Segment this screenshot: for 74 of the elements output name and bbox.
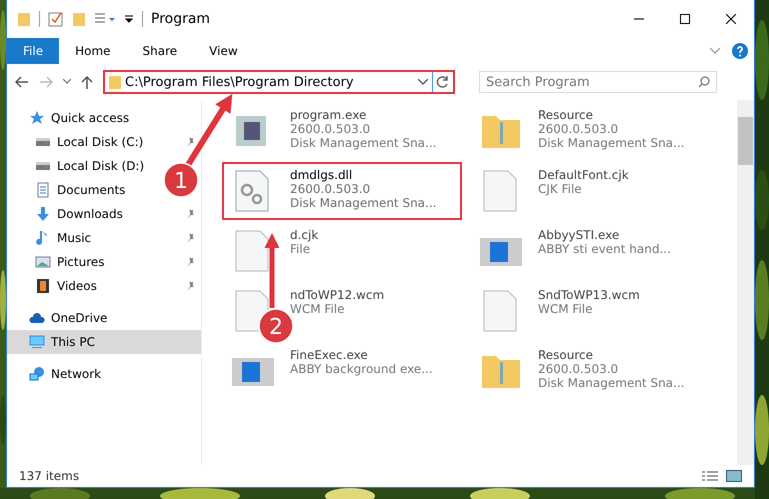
- ribbon-tab[interactable]: Share: [126, 38, 194, 64]
- sidebar-item[interactable]: Videos: [7, 274, 201, 298]
- file-detail: 2600.0.503.0: [290, 122, 372, 136]
- scrollbar[interactable]: [737, 100, 754, 465]
- pin-icon[interactable]: [185, 257, 195, 267]
- file-name[interactable]: DefaultFont.cjk: [538, 168, 629, 182]
- file-detail: Disk Management Sna...: [290, 196, 436, 210]
- item-count: 137 items: [19, 469, 80, 483]
- scroll-thumb[interactable]: [738, 117, 753, 165]
- file-name[interactable]: dmdlgs.dll: [290, 168, 436, 182]
- folder-icon: [109, 75, 121, 89]
- file-detail: 2600.0.503.0: [290, 182, 372, 196]
- download-icon: [35, 206, 51, 222]
- ribbon-tab[interactable]: Home: [59, 38, 127, 64]
- maximize-icon: [680, 14, 690, 24]
- back-icon[interactable]: [15, 76, 29, 88]
- dropdown-icon[interactable]: [418, 79, 428, 85]
- file-name[interactable]: SndToWP13.wcm: [538, 288, 640, 302]
- file-detail: ABBY sti event hand...: [538, 242, 671, 256]
- properties-icon[interactable]: [48, 11, 64, 27]
- pin-icon[interactable]: [185, 233, 195, 243]
- pin-icon[interactable]: [185, 281, 195, 291]
- minimize-icon: [634, 18, 644, 20]
- search-field[interactable]: Search Program: [479, 71, 717, 93]
- pin-icon[interactable]: [185, 137, 195, 147]
- dropdown-icon[interactable]: [124, 14, 134, 24]
- file-detail: CJK File: [538, 182, 583, 196]
- file-name[interactable]: d.cjk: [290, 228, 318, 242]
- sidebar-item[interactable]: Network: [7, 362, 108, 386]
- ribbon-tab[interactable]: View: [193, 38, 254, 64]
- step-number: 1: [163, 162, 199, 198]
- star-icon: [29, 110, 45, 126]
- file-detail: WCM File: [538, 302, 594, 316]
- sidebar-item[interactable]: OneDrive: [7, 306, 114, 330]
- search-icon: [698, 76, 710, 88]
- up-icon[interactable]: [81, 75, 93, 89]
- pin-icon[interactable]: [185, 209, 195, 219]
- file-name[interactable]: Resource: [538, 348, 684, 362]
- file-detail: Disk Management Sna...: [538, 376, 684, 390]
- file-detail: 2600.0.503.0: [538, 362, 620, 376]
- network-icon: [29, 366, 45, 382]
- sidebar-item[interactable]: Quick access: [7, 106, 136, 130]
- help-icon[interactable]: [732, 43, 748, 59]
- file-name[interactable]: AbbyySTI.exe: [538, 228, 671, 242]
- file-name[interactable]: FineExec.exe: [290, 348, 433, 362]
- file-detail: ABBY background exe...: [290, 362, 433, 376]
- recent-locations-icon[interactable]: [63, 79, 71, 85]
- pictures-icon: [35, 254, 51, 270]
- pc-icon: [29, 334, 45, 350]
- sidebar-item[interactable]: Documents: [7, 178, 132, 202]
- sidebar-item[interactable]: Downloads: [7, 202, 201, 226]
- large-icons-view-icon[interactable]: [726, 470, 742, 482]
- sidebar-item[interactable]: Pictures: [7, 250, 201, 274]
- file-detail: Disk Management Sna...: [538, 136, 684, 150]
- file-detail: File: [290, 242, 312, 256]
- sidebar-item[interactable]: Local Disk (D:): [7, 154, 150, 178]
- forward-icon[interactable]: [39, 76, 53, 88]
- sidebar-item[interactable]: Local Disk (C:): [7, 130, 201, 154]
- file-name[interactable]: program.exe: [290, 108, 436, 122]
- address-bar[interactable]: C:\Program Files\Program Directory: [103, 70, 455, 94]
- sidebar-item[interactable]: This PC: [7, 330, 201, 354]
- file-detail: Disk Management Sna...: [290, 136, 436, 150]
- videos-icon: [35, 278, 51, 294]
- file-name[interactable]: ndToWP12.wcm: [290, 288, 384, 302]
- details-view-icon[interactable]: [702, 470, 718, 482]
- file-detail: 2600.0.503.0: [538, 122, 620, 136]
- ribbon-tab[interactable]: File: [7, 38, 60, 64]
- file-name[interactable]: Resource: [538, 108, 684, 122]
- cloud-icon: [29, 310, 45, 326]
- window-title: Program: [151, 11, 210, 27]
- expand-ribbon-icon[interactable]: [710, 48, 720, 54]
- close-icon: [726, 14, 736, 24]
- sidebar-item[interactable]: Music: [7, 226, 201, 250]
- document-icon: [35, 182, 51, 198]
